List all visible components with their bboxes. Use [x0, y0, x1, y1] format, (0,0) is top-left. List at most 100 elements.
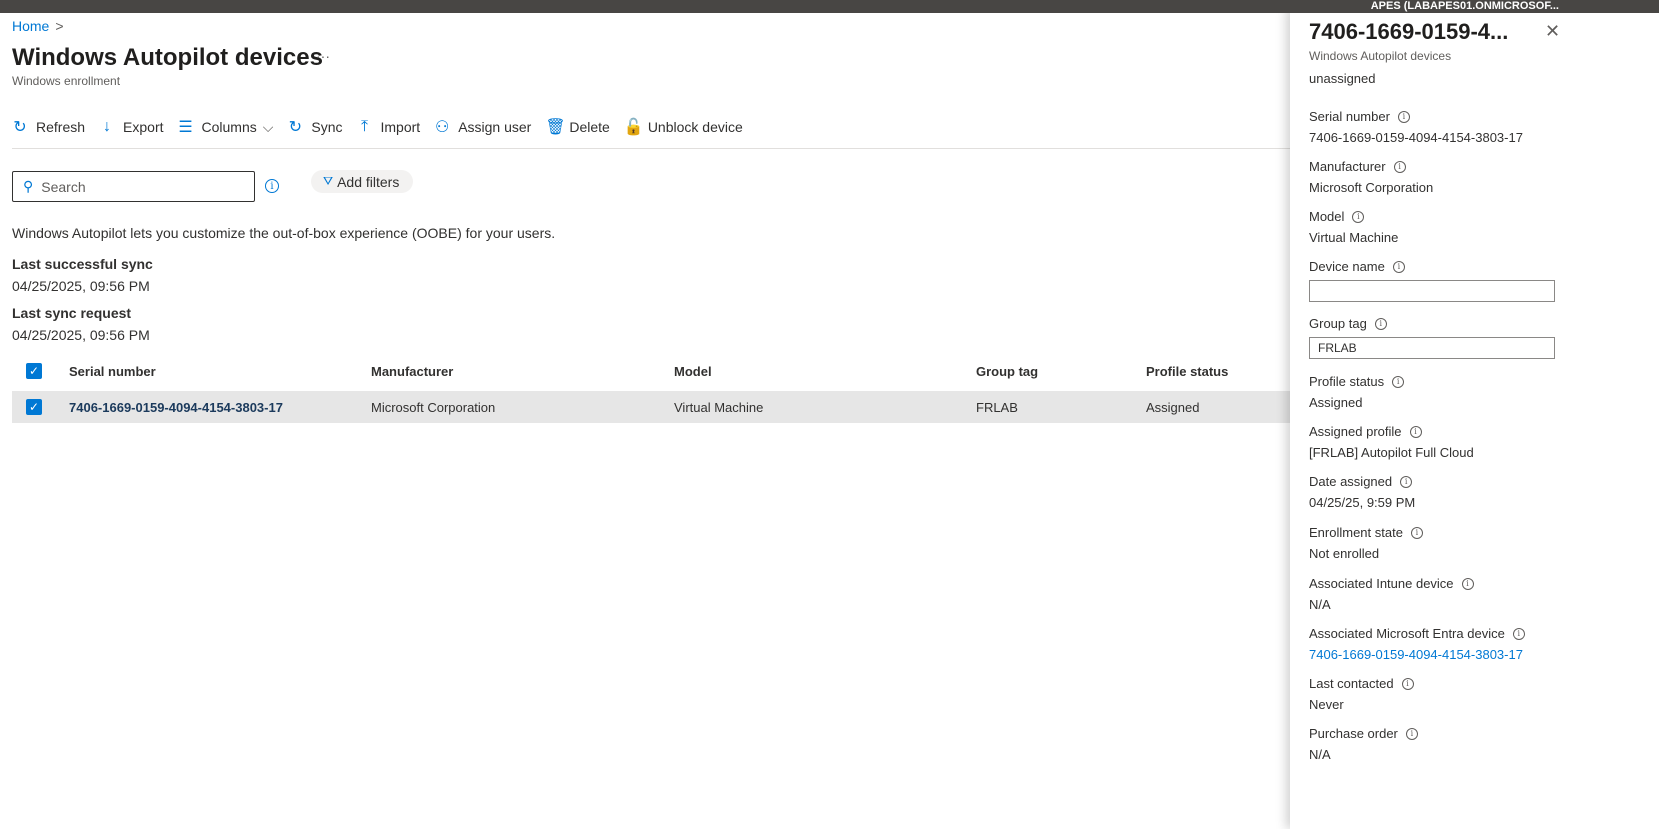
- delete-button[interactable]: 🗑 Delete: [545, 117, 609, 137]
- field-value: 7406-1669-0159-4094-4154-3803-17: [1309, 130, 1523, 145]
- field-value: Assigned: [1309, 395, 1363, 410]
- column-header-manufacturer[interactable]: Manufacturer: [371, 364, 453, 379]
- info-icon[interactable]: i: [1405, 727, 1418, 740]
- export-label: Export: [123, 119, 164, 135]
- field-value: N/A: [1309, 597, 1331, 612]
- list-icon: ☰: [178, 119, 193, 136]
- field-label-text: Manufacturer: [1309, 159, 1386, 174]
- panel-title: 7406-1669-0159-4...: [1309, 19, 1509, 44]
- person-add-icon: ⚇: [435, 119, 450, 136]
- field-label: Group tag i: [1309, 316, 1387, 331]
- search-input[interactable]: ⚲ Search: [12, 171, 255, 202]
- last-sync-request-label: Last sync request: [12, 305, 132, 321]
- last-sync-request-value: 04/25/2025, 09:56 PM: [12, 327, 150, 343]
- info-icon[interactable]: i: [1374, 317, 1387, 330]
- cell-manufacturer: Microsoft Corporation: [371, 400, 496, 415]
- info-icon[interactable]: i: [265, 179, 279, 193]
- chevron-right-icon: >: [55, 18, 64, 34]
- cell-model: Virtual Machine: [674, 400, 764, 415]
- delete-label: Delete: [569, 119, 610, 135]
- info-icon[interactable]: i: [1392, 260, 1405, 273]
- field-label: Associated Intune device i: [1309, 576, 1474, 591]
- field-label-text: Serial number: [1309, 109, 1390, 124]
- unblock-label: Unblock device: [647, 119, 743, 135]
- unblock-device-button[interactable]: 🔓 Unblock device: [624, 117, 743, 137]
- info-icon[interactable]: i: [1393, 160, 1406, 173]
- top-bar: APES (LABAPES01.ONMICROSOF...: [0, 0, 1659, 13]
- field-value: [FRLAB] Autopilot Full Cloud: [1309, 445, 1474, 460]
- field-value: N/A: [1309, 747, 1331, 762]
- info-icon[interactable]: i: [1400, 475, 1413, 488]
- field-label-text: Date assigned: [1309, 474, 1393, 489]
- import-button[interactable]: ⤒ Import: [357, 118, 421, 136]
- field-label-text: Enrollment state: [1309, 525, 1403, 540]
- import-label: Import: [380, 119, 421, 135]
- sync-button[interactable]: ↻ Sync: [287, 117, 343, 137]
- info-icon[interactable]: i: [1409, 425, 1422, 438]
- download-icon: ↓: [103, 118, 112, 135]
- field-label: Associated Microsoft Entra device i: [1309, 626, 1525, 641]
- field-label: Manufacturer i: [1309, 159, 1406, 174]
- field-label: Enrollment state i: [1309, 525, 1423, 540]
- field-value: Microsoft Corporation: [1309, 180, 1434, 195]
- select-all-checkbox[interactable]: ✓: [26, 363, 42, 379]
- field-label: Model i: [1309, 209, 1365, 224]
- info-icon[interactable]: i: [1397, 110, 1410, 123]
- row-checkbox[interactable]: ✓: [26, 399, 42, 415]
- field-label-text: Assigned profile: [1309, 424, 1402, 439]
- page-title: Windows Autopilot devices: [12, 44, 323, 71]
- toolbar: ↻ Refresh ↓ Export ☰ Columns ⌵ ↻ Sync ⤒ Import…: [12, 116, 757, 138]
- refresh-icon: ↻: [13, 119, 27, 136]
- field-label: Last contacted i: [1309, 676, 1414, 691]
- search-icon: ⚲: [23, 178, 34, 194]
- breadcrumb: Home >: [12, 18, 64, 34]
- field-label: Assigned profile i: [1309, 424, 1422, 439]
- info-icon[interactable]: i: [1352, 210, 1365, 223]
- field-label: Profile status i: [1309, 374, 1405, 389]
- field-label-text: Associated Intune device: [1309, 576, 1454, 591]
- add-filters-button[interactable]: ⛛ Add filters: [311, 170, 414, 193]
- breadcrumb-home[interactable]: Home: [12, 18, 49, 34]
- refresh-label: Refresh: [36, 119, 86, 135]
- entra-device-link[interactable]: 7406-1669-0159-4094-4154-3803-17: [1309, 647, 1523, 662]
- info-icon[interactable]: i: [1461, 577, 1474, 590]
- field-label-text: Model: [1309, 209, 1345, 224]
- columns-button[interactable]: ☰ Columns ⌵: [178, 117, 273, 137]
- field-label-text: Group tag: [1309, 316, 1367, 331]
- cell-group-tag: FRLAB: [976, 400, 1018, 415]
- info-icon[interactable]: i: [1410, 526, 1423, 539]
- field-label: Serial number i: [1309, 109, 1410, 124]
- info-icon[interactable]: i: [1401, 677, 1414, 690]
- filter-icon: ⛛: [323, 174, 334, 188]
- device-details-panel: 7406-1669-0159-4... Windows Autopilot de…: [1290, 9, 1659, 829]
- column-header-model[interactable]: Model: [674, 364, 712, 379]
- field-label-text: Purchase order: [1309, 726, 1398, 741]
- column-header-serial[interactable]: Serial number: [69, 364, 156, 379]
- search-placeholder: Search: [41, 178, 86, 195]
- column-header-profile-status[interactable]: Profile status: [1146, 364, 1228, 379]
- upload-icon: ⤒: [360, 118, 369, 135]
- column-header-group-tag[interactable]: Group tag: [976, 364, 1038, 379]
- account-name[interactable]: APES (LABAPES01.ONMICROSOF...: [1371, 0, 1559, 13]
- divider: [12, 148, 1290, 149]
- field-value: 04/25/25, 9:59 PM: [1309, 495, 1416, 510]
- field-value: Never: [1309, 697, 1344, 712]
- info-icon[interactable]: i: [1512, 627, 1525, 640]
- last-successful-sync-label: Last successful sync: [12, 256, 153, 272]
- export-button[interactable]: ↓ Export: [99, 118, 163, 136]
- last-successful-sync-value: 04/25/2025, 09:56 PM: [12, 278, 150, 294]
- assign-user-label: Assign user: [458, 119, 532, 135]
- refresh-button[interactable]: ↻ Refresh: [12, 117, 85, 137]
- trash-icon: 🗑: [545, 119, 566, 136]
- device-name-input[interactable]: [1309, 280, 1555, 302]
- field-label-text: Profile status: [1309, 374, 1385, 389]
- columns-label: Columns: [201, 119, 257, 135]
- field-label: Date assigned i: [1309, 474, 1413, 489]
- more-icon[interactable]: ···: [316, 48, 330, 64]
- serial-link[interactable]: 7406-1669-0159-4094-4154-3803-17: [69, 400, 283, 415]
- add-filters-label: Add filters: [337, 173, 400, 190]
- assign-user-button[interactable]: ⚇ Assign user: [434, 117, 531, 137]
- group-tag-input[interactable]: FRLAB: [1309, 337, 1555, 359]
- close-icon[interactable]: ✕: [1545, 21, 1560, 42]
- info-icon[interactable]: i: [1392, 375, 1405, 388]
